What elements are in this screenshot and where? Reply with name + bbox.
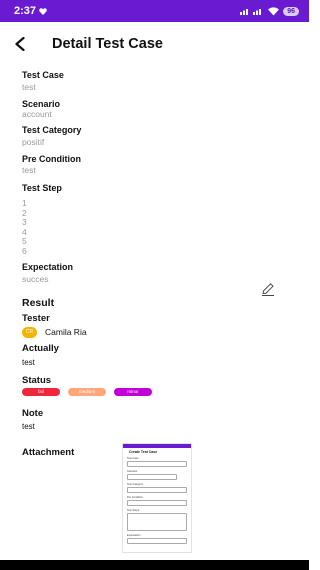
actually-value: test — [22, 357, 35, 367]
back-button[interactable] — [0, 22, 40, 66]
test-case-value: test — [22, 82, 36, 92]
test-step-item: 1 — [22, 198, 27, 208]
status-time: 2:37 — [14, 5, 47, 17]
thumb-label: Test Case — [127, 457, 139, 460]
status-bar: 2:37 96 — [0, 0, 309, 22]
test-case-label: Test Case — [22, 70, 64, 80]
pencil-icon — [262, 283, 274, 296]
test-step-item: 3 — [22, 217, 27, 227]
tester-row: CR Camila Ria — [22, 326, 292, 338]
thumb-label: Scenario — [127, 470, 138, 473]
thumb-label: Test Steps — [127, 509, 140, 512]
back-arrow-icon — [15, 37, 25, 51]
note-value: test — [22, 421, 35, 431]
navigation-bar — [0, 560, 309, 570]
notification-heart-icon — [39, 7, 47, 15]
signal-icon — [240, 9, 262, 15]
result-title: Result — [22, 296, 55, 309]
note-label: Note — [22, 407, 44, 419]
battery-icon: 96 — [283, 6, 299, 16]
thumb-input — [127, 487, 187, 493]
thumb-label: Pre Condition — [127, 496, 143, 499]
scenario-value: account — [22, 108, 52, 119]
thumb-title: Create Test Case — [129, 450, 158, 454]
pre-condition-label: Pre Condition — [22, 153, 81, 164]
scenario-label: Scenario — [22, 98, 61, 109]
expectation-value: succes — [22, 274, 49, 284]
test-category-value: positif — [22, 137, 45, 147]
thumb-input — [127, 461, 187, 467]
expectation-label: Expectation — [22, 262, 74, 272]
thumb-input — [127, 513, 187, 531]
status-chip-medium: medium — [68, 387, 106, 396]
test-step-field: Test Step 1 2 3 4 5 6 — [22, 183, 292, 256]
wifi-icon — [268, 6, 280, 16]
test-step-label: Test Step — [22, 183, 62, 193]
test-category-label: Test Category — [22, 125, 82, 135]
test-step-item: 5 — [22, 236, 27, 246]
status-time-text: 2:37 — [14, 5, 37, 17]
test-category-field: Test Category positif — [22, 125, 292, 148]
pre-condition-field: Pre Condition test — [22, 154, 292, 176]
detail-content: Test Case test Scenario account Test Cat… — [22, 66, 292, 458]
page-title: Detail Test Case — [52, 36, 163, 52]
status-icons: 96 — [240, 6, 299, 16]
edit-result-button[interactable] — [260, 281, 276, 297]
test-case-field: Test Case test — [22, 70, 292, 93]
pre-condition-value: test — [22, 164, 36, 175]
thumb-input — [127, 538, 187, 544]
thumb-label: Expectation — [127, 534, 141, 537]
attachment-image[interactable]: Create Test Case Test Case Scenario Test… — [122, 443, 192, 553]
actually-label: Actually — [22, 342, 59, 354]
test-step-item: 6 — [22, 245, 27, 256]
status-label: Status — [22, 374, 52, 386]
thumb-label: Test Category — [127, 483, 144, 486]
status-chip-minor: minor — [114, 387, 152, 396]
expectation-field: Expectation succes — [22, 262, 292, 285]
app-bar: Detail Test Case — [0, 22, 309, 66]
status-chips: fail medium minor — [22, 387, 292, 396]
tester-name: Camila Ria — [45, 327, 87, 337]
test-step-item: 4 — [22, 226, 27, 237]
thumb-input — [127, 500, 187, 506]
status-chip-fail: fail — [22, 387, 60, 396]
thumb-input — [127, 474, 177, 480]
avatar: CR — [22, 326, 37, 338]
test-step-list: 1 2 3 4 5 6 — [22, 198, 292, 256]
scenario-field: Scenario account — [22, 99, 292, 120]
test-step-item: 2 — [22, 207, 27, 218]
tester-label: Tester — [22, 312, 50, 324]
